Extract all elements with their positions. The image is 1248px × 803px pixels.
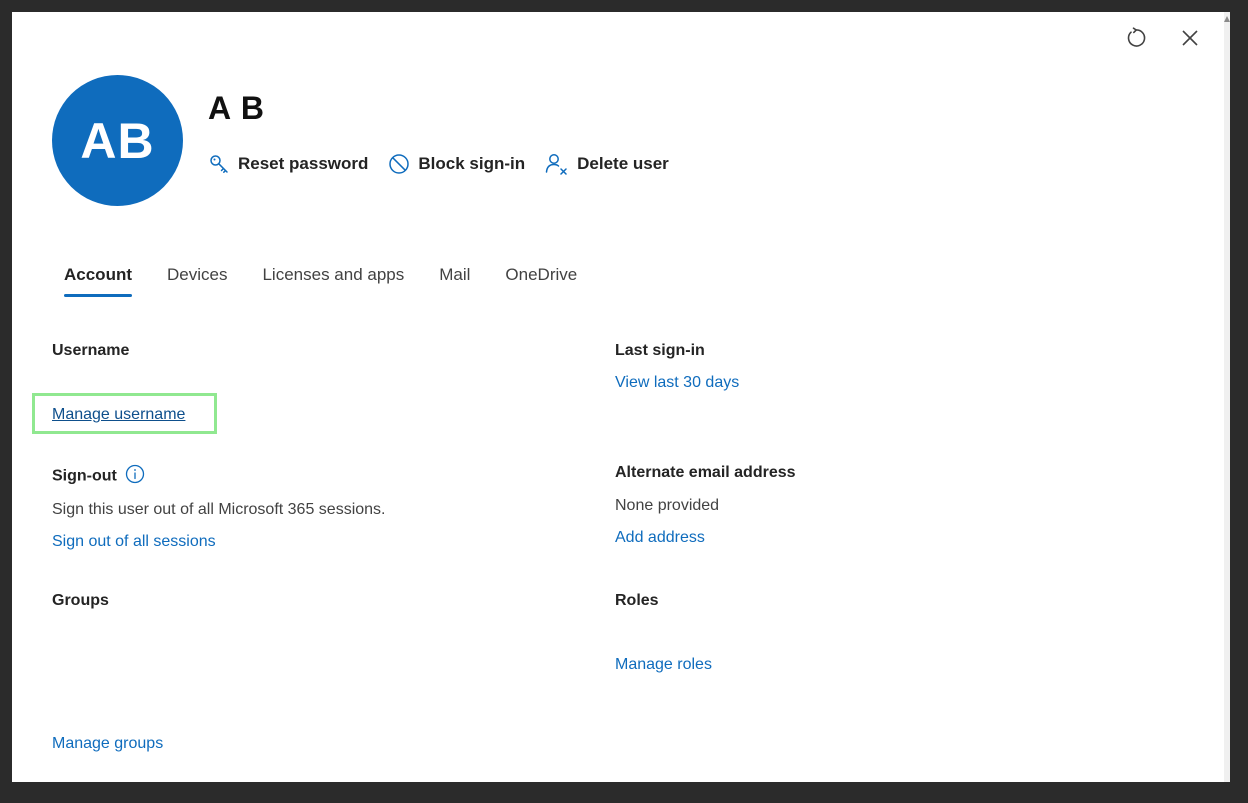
block-signin-label: Block sign-in [418,154,526,173]
tab-licenses-and-apps[interactable]: Licenses and apps [262,265,404,297]
signout-heading-label: Sign-out [52,467,117,485]
view-last-30-days-link[interactable]: View last 30 days [615,374,739,392]
manage-groups-link[interactable]: Manage groups [52,735,163,753]
signout-all-sessions-link[interactable]: Sign out of all sessions [52,533,216,551]
tab-mail[interactable]: Mail [439,265,470,297]
alternate-email-value: None provided [615,497,720,514]
roles-heading: Roles [615,592,659,609]
user-action-bar: Reset password Block sign-in Delete user [208,153,669,175]
tab-devices[interactable]: Devices [167,265,227,297]
alternate-email-heading: Alternate email address [615,464,796,481]
key-icon [208,153,230,175]
username-heading: Username [52,342,130,359]
info-icon[interactable] [125,464,145,489]
reset-password-label: Reset password [238,154,369,173]
delete-user-label: Delete user [577,154,669,173]
delete-user-button[interactable]: Delete user [545,153,669,175]
tab-account[interactable]: Account [64,265,132,297]
signout-description: Sign this user out of all Microsoft 365 … [52,501,386,518]
groups-heading: Groups [52,592,109,609]
delete-user-icon [545,153,569,175]
refresh-icon[interactable] [1124,26,1148,50]
scroll-up-icon[interactable] [1224,16,1230,22]
manage-username-link[interactable]: Manage username [52,406,185,424]
close-icon[interactable] [1178,26,1202,50]
manage-roles-link[interactable]: Manage roles [615,656,712,674]
add-address-link[interactable]: Add address [615,529,705,547]
block-icon [388,153,410,175]
user-display-name: A B [208,90,265,126]
tab-onedrive[interactable]: OneDrive [505,265,577,297]
signout-heading: Sign-out [52,464,145,489]
reset-password-button[interactable]: Reset password [208,153,368,175]
avatar: AB [52,75,183,206]
last-signin-heading: Last sign-in [615,342,705,359]
user-details-panel: AB A B Reset password Block sign-in Dele… [12,12,1228,782]
scrollbar[interactable] [1224,12,1230,782]
block-signin-button[interactable]: Block sign-in [388,153,525,175]
tab-bar: Account Devices Licenses and apps Mail O… [64,265,577,297]
panel-actions [1124,26,1202,50]
